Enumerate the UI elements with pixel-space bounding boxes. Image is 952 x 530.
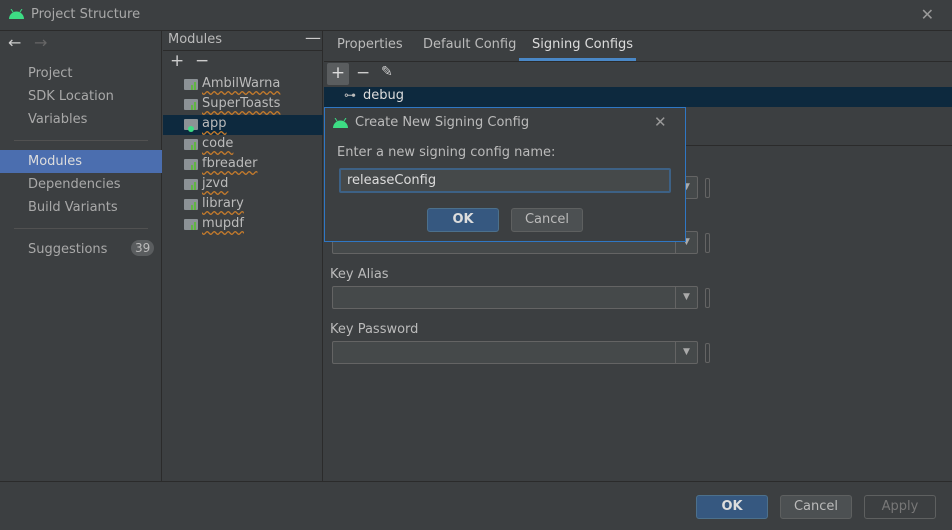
divider	[14, 140, 148, 141]
module-name: fbreader	[202, 156, 258, 171]
sidebar-item-build-variants[interactable]: Build Variants	[28, 200, 118, 215]
forward-arrow-icon[interactable]: →	[34, 33, 47, 52]
sidebar-item-project[interactable]: Project	[28, 66, 72, 81]
dialog-cancel-button[interactable]: Cancel	[511, 208, 583, 232]
divider	[324, 61, 952, 62]
add-config-button[interactable]: +	[327, 63, 349, 85]
suggestions-count-badge: 39	[131, 240, 155, 256]
modules-panel: Modules — + − AmbilWarna SuperToasts app co…	[163, 28, 323, 481]
sidebar: ← → Project SDK Location Variables Modul…	[0, 31, 162, 481]
remove-config-icon[interactable]: −	[356, 63, 370, 83]
close-icon[interactable]: ✕	[921, 5, 934, 24]
module-item[interactable]: fbreader	[163, 155, 323, 175]
module-name: mupdf	[202, 216, 244, 231]
config-name-input[interactable]	[339, 168, 671, 193]
android-icon	[9, 9, 24, 19]
module-item[interactable]: library	[163, 195, 323, 215]
tab-default-config[interactable]: Default Config	[423, 37, 516, 52]
dialog-ok-button[interactable]: OK	[427, 208, 499, 232]
apply-button[interactable]: Apply	[864, 495, 936, 519]
cancel-button[interactable]: Cancel	[780, 495, 852, 519]
sidebar-item-modules[interactable]: Modules	[28, 154, 82, 169]
ok-button[interactable]: OK	[696, 495, 768, 519]
field-side-handle	[705, 178, 710, 198]
tab-signing-configs[interactable]: Signing Configs	[532, 37, 633, 52]
module-folder-icon	[184, 99, 198, 110]
field-side-handle	[705, 343, 710, 363]
module-name: SuperToasts	[202, 96, 281, 111]
dialog-close-icon[interactable]: ✕	[654, 113, 667, 131]
config-row-debug[interactable]: ⊶ debug	[324, 87, 952, 107]
android-icon	[333, 118, 348, 128]
edit-pencil-icon[interactable]: ✎	[381, 64, 393, 80]
sidebar-item-variables[interactable]: Variables	[28, 112, 87, 127]
module-folder-icon	[184, 139, 198, 150]
footer: OK Cancel Apply	[0, 481, 952, 530]
dialog-prompt: Enter a new signing config name:	[337, 145, 556, 160]
key-password-label: Key Password	[330, 322, 419, 337]
dropdown-arrow-icon[interactable]: ▼	[675, 287, 697, 308]
config-name: debug	[363, 88, 404, 103]
module-name: AmbilWarna	[202, 76, 281, 91]
add-module-icon[interactable]: +	[170, 51, 184, 71]
key-alias-field[interactable]: ▼	[332, 286, 698, 309]
remove-module-icon[interactable]: −	[195, 51, 209, 71]
divider	[14, 228, 148, 229]
field-side-handle	[705, 288, 710, 308]
sidebar-item-suggestions[interactable]: Suggestions	[28, 242, 107, 257]
sidebar-item-dependencies[interactable]: Dependencies	[28, 177, 121, 192]
module-folder-icon	[184, 79, 198, 90]
module-name: jzvd	[202, 176, 229, 191]
tab-properties[interactable]: Properties	[337, 37, 403, 52]
module-folder-icon	[184, 179, 198, 190]
module-settings: Properties Default Config Signing Config…	[324, 31, 952, 481]
dialog-title: Create New Signing Config	[355, 115, 530, 130]
module-item[interactable]: mupdf	[163, 215, 323, 235]
key-alias-label: Key Alias	[330, 267, 389, 282]
module-name: app	[202, 116, 227, 131]
module-item[interactable]: app	[163, 115, 323, 135]
key-password-field[interactable]: ▼	[332, 341, 698, 364]
field-side-handle	[705, 233, 710, 253]
module-name: library	[202, 196, 244, 211]
key-icon: ⊶	[344, 88, 356, 102]
module-item[interactable]: AmbilWarna	[163, 75, 323, 95]
divider	[163, 50, 323, 51]
window-title: Project Structure	[31, 7, 141, 22]
back-arrow-icon[interactable]: ←	[8, 33, 21, 52]
sidebar-item-sdk-location[interactable]: SDK Location	[28, 89, 114, 104]
module-name: code	[202, 136, 234, 151]
module-folder-icon	[184, 199, 198, 210]
module-item[interactable]: SuperToasts	[163, 95, 323, 115]
collapse-icon[interactable]: —	[305, 28, 321, 47]
module-folder-icon	[184, 119, 198, 132]
module-item[interactable]: code	[163, 135, 323, 155]
module-item[interactable]: jzvd	[163, 175, 323, 195]
modules-header: Modules	[168, 32, 223, 47]
dropdown-arrow-icon[interactable]: ▼	[675, 342, 697, 363]
module-folder-icon	[184, 219, 198, 230]
create-signing-config-dialog: Create New Signing Config ✕ Enter a new …	[324, 107, 686, 242]
module-folder-icon	[184, 159, 198, 170]
title-bar: Project Structure ✕	[0, 0, 952, 31]
